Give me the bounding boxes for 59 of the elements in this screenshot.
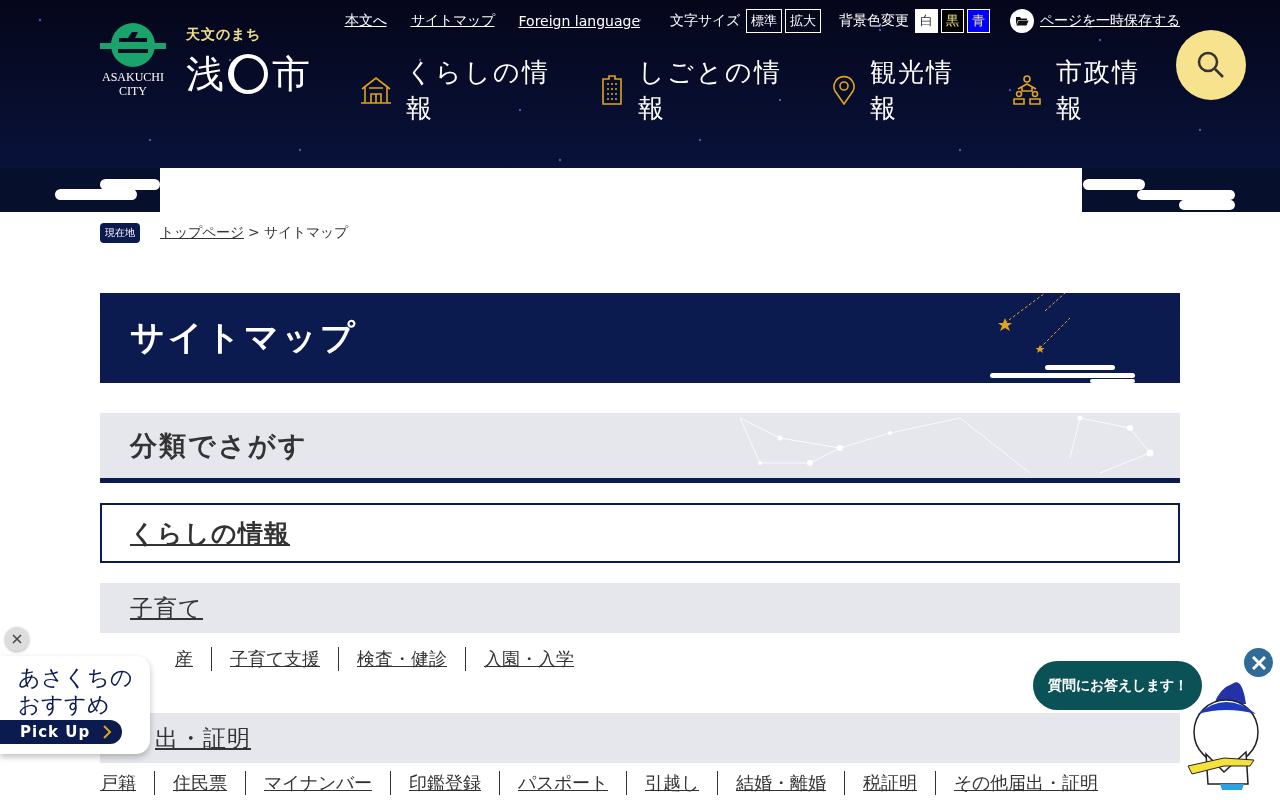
topic-link[interactable]: 結婚・離婚 bbox=[717, 771, 844, 795]
building-icon bbox=[600, 75, 624, 105]
moon-icon bbox=[226, 52, 270, 96]
topic-link[interactable]: 入園・入学 bbox=[465, 647, 592, 671]
topic-link[interactable]: 子育て支援 bbox=[211, 647, 338, 671]
topic-link[interactable]: 戸籍 bbox=[100, 771, 154, 795]
people-icon bbox=[1012, 75, 1042, 105]
header-link[interactable]: Foreign language bbox=[518, 13, 640, 29]
section-heading: 分類でさがす bbox=[130, 428, 308, 463]
background-color-button[interactable]: 白 bbox=[915, 9, 938, 33]
city-name-label: CITY bbox=[119, 84, 147, 98]
location-pin-icon bbox=[832, 75, 856, 105]
tagline: 天文のまち bbox=[186, 26, 262, 44]
pickup-title: あさくちの bbox=[18, 664, 134, 691]
topic-link[interactable]: 産 bbox=[175, 647, 211, 671]
house-icon bbox=[360, 75, 392, 105]
folder-icon bbox=[1010, 9, 1034, 33]
city-emblem-icon bbox=[100, 20, 166, 70]
chatbot-speech-bubble[interactable]: 質問にお答えします！ bbox=[1033, 661, 1202, 710]
city-name-label: ASAKUCHI bbox=[102, 70, 164, 84]
subcategory-link[interactable]: 出・証明 bbox=[155, 722, 251, 754]
close-button[interactable] bbox=[1244, 648, 1273, 677]
current-location-badge: 現在地 bbox=[100, 223, 140, 243]
topic-link[interactable]: 税証明 bbox=[844, 771, 935, 795]
font-size-label: 文字サイズ bbox=[670, 12, 740, 30]
subcategory-link[interactable]: 子育て bbox=[130, 592, 203, 624]
header-link[interactable]: 本文へ bbox=[344, 12, 387, 30]
close-icon bbox=[1251, 655, 1266, 670]
topic-link[interactable]: 引越し bbox=[626, 771, 717, 795]
font-size-button[interactable]: 拡大 bbox=[785, 9, 821, 33]
close-button[interactable] bbox=[5, 627, 29, 651]
font-size-button[interactable]: 標準 bbox=[746, 9, 782, 33]
search-icon bbox=[1196, 50, 1226, 80]
nav-menu-item[interactable]: 観光情報 bbox=[832, 54, 1012, 126]
save-page-link[interactable]: ページを一時保存する bbox=[1040, 12, 1180, 30]
background-color-label: 背景色変更 bbox=[839, 12, 909, 30]
pickup-title: おすすめ bbox=[18, 691, 111, 718]
breadcrumb-current: > サイトマップ bbox=[248, 224, 349, 242]
topic-link[interactable]: 印鑑登録 bbox=[390, 771, 499, 795]
topic-link[interactable]: 検査・健診 bbox=[338, 647, 465, 671]
pickup-button[interactable]: Pick Up bbox=[0, 720, 122, 744]
page-title: サイトマップ bbox=[130, 316, 358, 359]
pickup-banner[interactable]: あさくちの おすすめ Pick Up bbox=[0, 656, 150, 754]
topic-link[interactable]: パスポート bbox=[499, 771, 626, 795]
topic-link[interactable]: マイナンバー bbox=[245, 771, 390, 795]
nav-menu-item[interactable]: 市政情報 bbox=[1012, 54, 1148, 126]
background-color-button[interactable]: 黒 bbox=[941, 9, 964, 33]
nav-menu-item[interactable]: しごとの情報 bbox=[600, 54, 832, 126]
breadcrumb-link[interactable]: トップページ bbox=[160, 224, 244, 242]
header-link[interactable]: サイトマップ bbox=[410, 12, 495, 30]
topic-link[interactable]: その他届出・証明 bbox=[935, 771, 1116, 795]
nav-menu-item[interactable]: くらしの情報 bbox=[360, 54, 600, 126]
topic-link[interactable]: 住民票 bbox=[154, 771, 245, 795]
chevron-icon bbox=[102, 725, 113, 739]
city-name-char: 浅 bbox=[186, 51, 224, 98]
category-link[interactable]: くらしの情報 bbox=[100, 503, 1180, 563]
background-color-button[interactable]: 青 bbox=[967, 9, 990, 33]
close-icon bbox=[12, 634, 22, 644]
city-name-char: 市 bbox=[272, 51, 310, 98]
